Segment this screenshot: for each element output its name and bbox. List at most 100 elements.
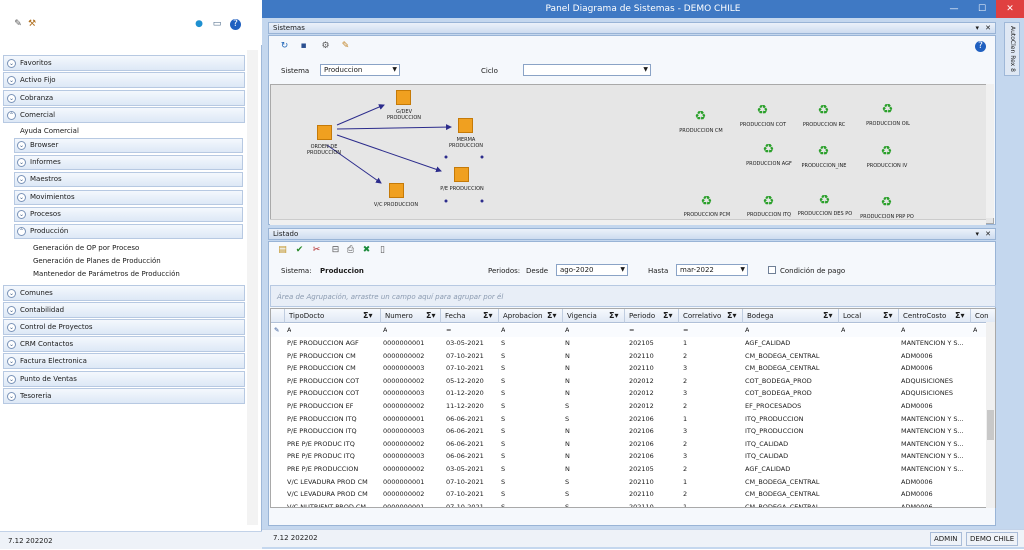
column-header-fecha[interactable]: Fecha Σ▾ [441, 309, 499, 323]
column-header-vigencia[interactable]: Vigencia Σ▾ [563, 309, 625, 323]
pencil-icon[interactable]: ✎ [12, 18, 24, 31]
column-header-periodo[interactable]: Periodo Σ▾ [625, 309, 679, 323]
diagram-node-produccion-pcm[interactable]: ♻ [699, 194, 714, 209]
diagram-vscrollbar[interactable] [986, 84, 994, 218]
table-row[interactable]: P/E PRODUCCION COT 0000000002 05-12-2020 S N… [271, 375, 995, 388]
table-row[interactable]: P/E PRODUCCION ITQ 0000000003 06-06-2021 S N… [271, 425, 995, 438]
save-icon[interactable]: ▪ [298, 41, 309, 52]
filter-cell[interactable]: = [629, 324, 634, 336]
sum-icon[interactable]: Σ▾ [426, 309, 435, 323]
diagram-handle[interactable] [480, 155, 484, 159]
sum-icon[interactable]: Σ▾ [883, 309, 892, 323]
filter-cell[interactable]: = [683, 324, 688, 336]
diagram-hscrollbar[interactable] [270, 219, 986, 225]
nav-section-comunes[interactable]: ⌄ Comunes [3, 285, 245, 301]
sum-icon[interactable]: Σ▾ [483, 309, 492, 323]
chat-icon[interactable]: ● [192, 18, 206, 31]
diagram-handle[interactable] [480, 199, 484, 203]
column-header-local[interactable]: Local Σ▾ [839, 309, 899, 323]
column-header-con[interactable]: Con [971, 309, 995, 323]
sum-icon[interactable]: Σ▾ [663, 309, 672, 323]
table-row[interactable]: V/C NUTRIENT PROD CM 0000000001 07-10-2021… [271, 501, 995, 507]
help-icon[interactable]: ? [975, 41, 986, 52]
nav-section-comercial[interactable]: ⌃ Comercial [3, 107, 245, 123]
panel-close-icon[interactable]: ✕ [985, 23, 991, 33]
table-row[interactable]: PRE P/E PRODUC ITQ 0000000003 06-06-2021 S N… [271, 450, 995, 463]
check-icon[interactable]: ✔ [294, 245, 305, 256]
diagram-handle[interactable] [444, 199, 448, 203]
nav-sub-maestros[interactable]: ⌄ Maestros [14, 172, 243, 187]
diagram-node-produccion-itq[interactable]: ♻ [761, 194, 776, 209]
filter-row[interactable]: ✎ A A = A A = = A A A A [271, 324, 995, 337]
data-grid[interactable]: TipoDocto Σ▾ Numero Σ▾ Fecha Σ▾ Aprobacion Σ… [270, 308, 996, 508]
edit-icon[interactable]: ✎ [340, 41, 351, 52]
panel-close-icon[interactable]: ✕ [985, 229, 991, 239]
diagram-node-produccion-iv[interactable]: ♻ [879, 144, 894, 159]
filter-cell[interactable]: A [287, 324, 291, 336]
table-row[interactable]: V/C LEVADURA PROD CM 0000000002 07-10-2021… [271, 488, 995, 501]
sum-icon[interactable]: Σ▾ [955, 309, 964, 323]
diagram-node-merma-produccion[interactable] [458, 118, 473, 133]
nav-section-contabilidad[interactable]: ⌄ Contabilidad [3, 302, 245, 318]
table-row[interactable]: P/E PRODUCCION COT 0000000003 01-12-2020 S N… [271, 387, 995, 400]
table-row[interactable]: PRE P/E PRODUC ITQ 0000000002 06-06-2021 S N… [271, 438, 995, 451]
filter-cell[interactable]: = [446, 324, 451, 336]
diagram-node-pe-produccion[interactable] [454, 167, 469, 182]
nav-section-activo-fijo[interactable]: ⌄ Activo Fijo [3, 72, 245, 88]
hasta-select[interactable]: mar-2022 ▼ [676, 264, 748, 276]
nav-section-punto-de-ventas[interactable]: ⌄ Punto de Ventas [3, 371, 245, 387]
diagram-node-produccion-cot[interactable]: ♻ [755, 103, 770, 118]
table-row[interactable]: P/E PRODUCCION EF 0000000002 11-12-2020 S S 2… [271, 400, 995, 413]
nav-item-generacion-planes[interactable]: Generación de Planes de Producción [33, 257, 161, 265]
nav-section-control-proyectos[interactable]: ⌄ Control de Proyectos [3, 319, 245, 335]
nav-sub-movimientos[interactable]: ⌄ Movimientos [14, 190, 243, 205]
monitor-icon[interactable]: ▭ [210, 18, 224, 31]
sum-icon[interactable]: Σ▾ [363, 309, 372, 323]
nav-sub-informes[interactable]: ⌄ Informes [14, 155, 243, 170]
diagram-node-produccion-des-po[interactable]: ♻ [817, 193, 832, 208]
nav-sub-procesos[interactable]: ⌄ Procesos [14, 207, 243, 222]
table-row[interactable]: V/C LEVADURA PROD CM 0000000001 07-10-2021… [271, 476, 995, 489]
help-icon[interactable]: ? [230, 19, 241, 30]
filter-cell[interactable]: A [901, 324, 905, 336]
column-header-numero[interactable]: Numero Σ▾ [381, 309, 441, 323]
column-header-bodega[interactable]: Bodega Σ▾ [743, 309, 839, 323]
side-tab[interactable]: AutoClen Rex 8 [1004, 22, 1020, 76]
left-scrollbar[interactable] [247, 50, 258, 525]
condicion-pago-checkbox[interactable] [768, 266, 776, 274]
refresh-icon[interactable]: ↻ [279, 41, 290, 52]
diagram-node-produccion-oil[interactable]: ♻ [880, 102, 895, 117]
column-header-centrocosto[interactable]: CentroCosto Σ▾ [899, 309, 971, 323]
diagram-handle[interactable] [444, 155, 448, 159]
ciclo-select[interactable]: ▼ [523, 64, 651, 76]
column-header-aprobacion[interactable]: Aprobacion Σ▾ [499, 309, 563, 323]
nav-section-cobranza[interactable]: ⌄ Cobranza [3, 90, 245, 106]
diagram-node-produccion-rc[interactable]: ♻ [816, 103, 831, 118]
table-row[interactable]: P/E PRODUCCION CM 0000000002 07-10-2021 S N 2… [271, 350, 995, 363]
minimize-button[interactable]: — [940, 0, 968, 18]
nav-item-generacion-op[interactable]: Generación de OP por Proceso [33, 244, 139, 252]
settings-icon[interactable]: ⚙ [320, 41, 331, 52]
filter-cell[interactable]: A [501, 324, 505, 336]
nav-section-factura-electronica[interactable]: ⌄ Factura Electronica [3, 353, 245, 369]
filter-cell[interactable]: A [565, 324, 569, 336]
filter-cell[interactable]: A [383, 324, 387, 336]
table-row[interactable]: PRE P/E PRODUCCION 0000000002 03-05-2021 S N… [271, 463, 995, 476]
table-row[interactable]: P/E PRODUCCION AGF 0000000001 03-05-2021 S N… [271, 337, 995, 350]
sistema-select[interactable]: Produccion ▼ [320, 64, 400, 76]
filter-icon[interactable]: ⊟ [330, 245, 341, 256]
diagram-node-produccion-ine[interactable]: ♻ [816, 144, 831, 159]
print-icon[interactable]: ⎙ [345, 245, 356, 256]
nav-section-crm-contactos[interactable]: ⌄ CRM Contactos [3, 336, 245, 352]
excel-icon[interactable]: ✖ [361, 245, 372, 256]
nav-sub-browser[interactable]: ⌄ Browser [14, 138, 243, 153]
nav-sub-produccion[interactable]: ⌃ Producción [14, 224, 243, 239]
column-header-tipodocto[interactable]: TipoDocto Σ▾ [285, 309, 381, 323]
diagram-node-orden-produccion[interactable] [317, 125, 332, 140]
filter-edit-icon[interactable]: ✎ [274, 324, 279, 336]
filter-cell[interactable]: A [841, 324, 845, 336]
diagram-node-gdev-produccion[interactable] [396, 90, 411, 105]
system-diagram[interactable]: ORDEN DE PRODUCCION G/DEV PRODUCCION MER… [270, 84, 994, 224]
sum-icon[interactable]: Σ▾ [727, 309, 736, 323]
diagram-node-produccion-agf[interactable]: ♻ [761, 142, 776, 157]
